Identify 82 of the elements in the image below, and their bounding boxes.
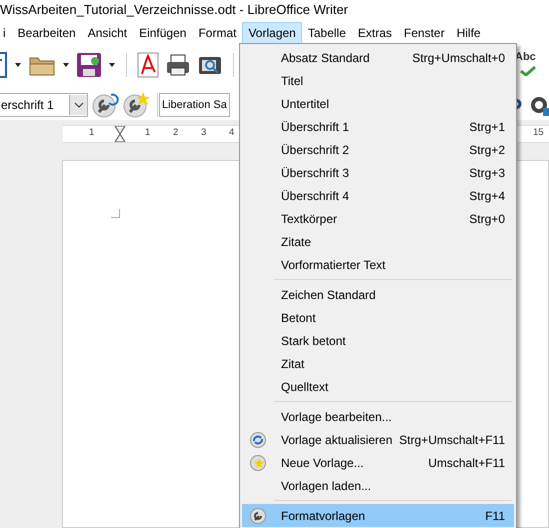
- ruler-number: 15: [533, 127, 544, 138]
- shortcut-label: Strg+2: [469, 142, 506, 156]
- menu-item-label: Betont: [281, 310, 317, 324]
- menu-item-label: Überschrift 4: [281, 188, 350, 202]
- printer-icon[interactable]: [165, 53, 191, 77]
- menu-item[interactable]: Überschrift 4 Strg+4: [242, 184, 514, 207]
- menu-item[interactable]: Zitate: [242, 230, 514, 253]
- menu-item[interactable]: Formatvorlagen F11: [242, 504, 514, 527]
- menu-item[interactable]: Vorlagen: [242, 22, 302, 44]
- menu-item-label: Vorlagen laden...: [281, 478, 372, 492]
- menu-item-label: Titel: [281, 74, 304, 88]
- menu-item-label: Stark betont: [281, 334, 347, 348]
- wrench-refresh-icon[interactable]: [91, 92, 119, 118]
- save-icon[interactable]: [76, 52, 102, 78]
- menu-item[interactable]: Vorlage aktualisieren Strg+Umschalt+F11: [242, 428, 514, 451]
- menu-item[interactable]: Neue Vorlage... Umschalt+F11: [242, 451, 514, 474]
- menu-item[interactable]: Überschrift 2 Strg+2: [242, 138, 514, 161]
- shortcut-label: Strg+0: [469, 212, 506, 226]
- menu-item[interactable]: Untertitel: [242, 92, 514, 115]
- menu-item[interactable]: Betont: [242, 306, 514, 329]
- ruler-number: 1: [145, 127, 150, 138]
- menu-item[interactable]: Zitat: [242, 352, 514, 375]
- menu-item[interactable]: Titel: [242, 69, 514, 92]
- menu-item[interactable]: Stark betont: [242, 329, 514, 352]
- menu-item[interactable]: Ansicht: [82, 22, 134, 44]
- menu-item-label: Textkörper: [281, 212, 338, 226]
- caret-icon[interactable]: [14, 61, 22, 69]
- paragraph-style-field[interactable]: erschrift 1: [0, 93, 88, 117]
- menu-item-label: Zitate: [281, 234, 312, 248]
- menu-item[interactable]: Bearbeiten: [12, 22, 82, 44]
- menu-item[interactable]: Zeichen Standard: [242, 283, 514, 306]
- shortcut-label: Umschalt+F11: [428, 456, 506, 470]
- menu-item[interactable]: Quelltext: [242, 375, 514, 398]
- ruler-number: 4: [229, 127, 234, 138]
- shortcut-label: Strg+Umschalt+F11: [399, 432, 506, 446]
- chevron-down-icon[interactable]: [74, 102, 84, 108]
- menu-item[interactable]: Format: [192, 22, 242, 44]
- shortcut-label: Strg+3: [469, 166, 506, 180]
- indent-marker-icon[interactable]: [114, 126, 126, 142]
- shortcut-label: Strg+4: [469, 188, 506, 202]
- menu-item-label: Vorlage aktualisieren: [281, 432, 394, 446]
- shortcut-label: Strg+1: [469, 120, 506, 134]
- menu-item-label: Vorlage bearbeiten...: [281, 410, 393, 424]
- menu-item-label: Vorformatierter Text: [281, 258, 386, 272]
- menu-item-label: Überschrift 3: [281, 166, 350, 180]
- window-title: WissArbeiten_Tutorial_Verzeichnisse.odt - LibreOffice Writer: [0, 1, 350, 19]
- caret-icon[interactable]: [62, 61, 70, 69]
- menu-item[interactable]: Textkörper Strg+0: [242, 207, 514, 230]
- menu-item-label: Untertitel: [281, 96, 330, 110]
- menu-item[interactable]: Absatz Standard Strg+Umschalt+0: [242, 46, 514, 69]
- text-boundary-mark: [111, 209, 120, 218]
- menu-item[interactable]: Fenster: [398, 22, 451, 44]
- menu-item[interactable]: Vorlagen laden...: [242, 474, 514, 497]
- ruler-number: 2: [173, 127, 178, 138]
- menu-item-label: Zitat: [281, 356, 306, 370]
- menu-item-label: Formatvorlagen: [281, 508, 366, 522]
- menu-item-label: Neue Vorlage...: [281, 456, 365, 470]
- caret-icon[interactable]: [108, 61, 116, 69]
- check-icon[interactable]: [520, 66, 536, 76]
- ruler-number: 3: [201, 127, 206, 138]
- refresh-icon: [250, 432, 266, 448]
- shortcut-label: F11: [485, 508, 506, 522]
- menu-item[interactable]: Extras: [352, 22, 398, 44]
- wrench-star-icon[interactable]: [122, 92, 150, 118]
- menu-item-label: Überschrift 1: [281, 120, 350, 134]
- font-name-field[interactable]: Liberation Sa: [159, 93, 230, 117]
- menu-item[interactable]: Hilfe: [450, 22, 487, 44]
- menu-item[interactable]: Überschrift 1 Strg+1: [242, 115, 514, 138]
- menu-item[interactable]: Überschrift 3 Strg+3: [242, 161, 514, 184]
- pdf-icon[interactable]: [137, 52, 159, 78]
- menu-item-label: Überschrift 2: [281, 142, 350, 156]
- menu-item[interactable]: Vorformatierter Text: [242, 253, 514, 276]
- menu-item[interactable]: Vorlage bearbeiten...: [242, 405, 514, 428]
- menu-item-label: Absatz Standard: [281, 50, 371, 64]
- menu-item[interactable]: Einfügen: [133, 22, 192, 44]
- menu-item[interactable]: i: [0, 22, 12, 44]
- menu-item-label: Quelltext: [281, 380, 330, 394]
- shortcut-label: Strg+Umschalt+0: [412, 50, 506, 64]
- menu-item[interactable]: Tabelle: [302, 22, 352, 44]
- wrench-icon: [250, 508, 266, 524]
- menu-item-label: Zeichen Standard: [281, 288, 377, 302]
- ruler-number: 1: [89, 127, 94, 138]
